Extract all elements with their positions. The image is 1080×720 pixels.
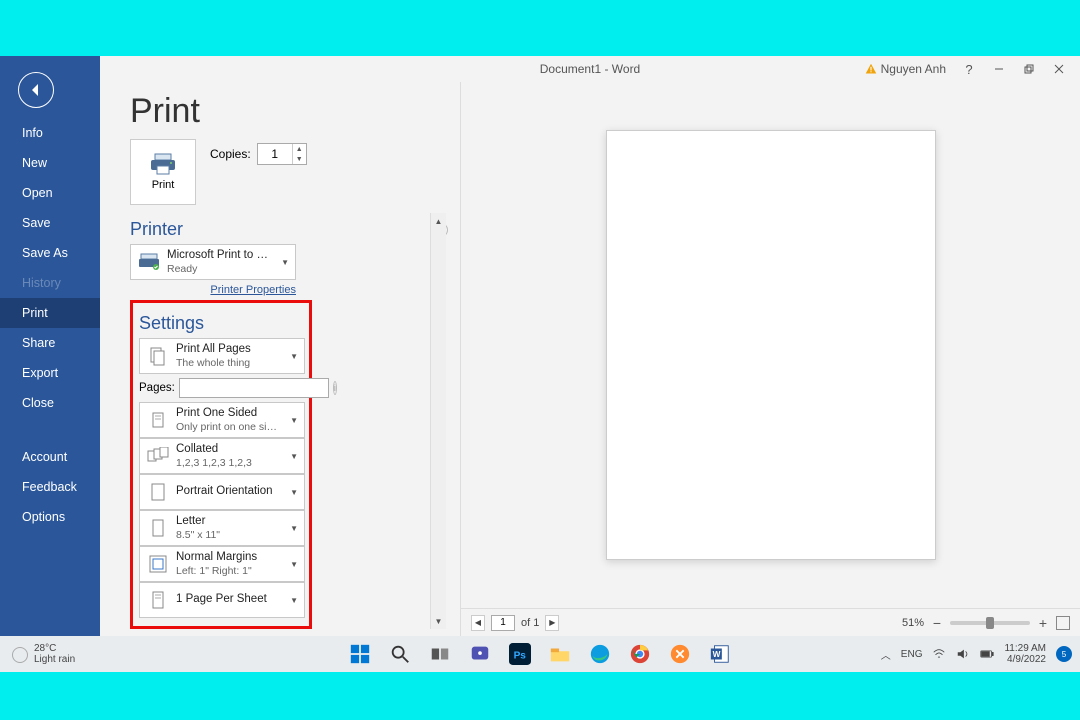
zoom-in-button[interactable]: +	[1036, 615, 1050, 631]
margins-selector[interactable]: Normal MarginsLeft: 1" Right: 1" ▼	[139, 546, 305, 582]
sidebar-item-new[interactable]: New	[0, 148, 100, 178]
taskbar: 28°C Light rain Ps W ︿ ENG 11:29 AM 4/9/…	[0, 636, 1080, 672]
chevron-down-icon: ▼	[279, 258, 291, 267]
sidebar-item-info[interactable]: Info	[0, 118, 100, 148]
printer-heading: Printer	[130, 219, 430, 240]
print-scope-selector[interactable]: Print All PagesThe whole thing ▼	[139, 338, 305, 374]
orientation-selector[interactable]: Portrait Orientation ▼	[139, 474, 305, 510]
pages-icon	[146, 344, 170, 368]
help-button[interactable]: ?	[954, 56, 984, 82]
sidebar-item-close[interactable]: Close	[0, 388, 100, 418]
title-bar: Document1 - Word Nguyen Anh ?	[100, 56, 1080, 82]
back-arrow-icon	[28, 82, 44, 98]
prev-page-button[interactable]: ◀	[471, 615, 485, 631]
language-indicator[interactable]: ENG	[901, 649, 923, 660]
collate-selector[interactable]: Collated1,2,3 1,2,3 1,2,3 ▼	[139, 438, 305, 474]
svg-text:W: W	[713, 650, 721, 659]
fit-to-window-button[interactable]	[1056, 616, 1070, 630]
back-button[interactable]	[18, 72, 54, 108]
zoom-slider[interactable]	[950, 621, 1030, 625]
sides-selector[interactable]: Print One SidedOnly print on one side of…	[139, 402, 305, 438]
photoshop-icon[interactable]: Ps	[508, 642, 532, 666]
explorer-icon[interactable]	[548, 642, 572, 666]
restore-button[interactable]	[1014, 56, 1044, 82]
taskview-button[interactable]	[428, 642, 452, 666]
printer-device-icon	[137, 250, 161, 274]
snip-icon[interactable]	[668, 642, 692, 666]
zoom-out-button[interactable]: −	[930, 615, 944, 631]
copies-down[interactable]: ▼	[293, 154, 306, 164]
page-preview	[606, 130, 936, 560]
search-button[interactable]	[388, 642, 412, 666]
printer-icon	[149, 153, 177, 175]
next-page-button[interactable]: ▶	[545, 615, 559, 631]
pages-input[interactable]	[179, 378, 329, 398]
warning-icon	[865, 63, 877, 75]
backstage-sidebar: Info New Open Save Save As History Print…	[0, 56, 100, 636]
print-button[interactable]: Print	[130, 139, 196, 205]
copies-input[interactable]	[258, 144, 292, 164]
sidebar-item-history: History	[0, 268, 100, 298]
paper-size-selector[interactable]: Letter8.5" x 11" ▼	[139, 510, 305, 546]
sidebar-item-share[interactable]: Share	[0, 328, 100, 358]
sidebar-item-feedback[interactable]: Feedback	[0, 472, 100, 502]
account-name[interactable]: Nguyen Anh	[865, 62, 946, 76]
zoom-label: 51%	[902, 617, 924, 629]
page-total: of 1	[521, 617, 539, 629]
sheet-icon	[146, 588, 170, 612]
edge-icon[interactable]	[588, 642, 612, 666]
copies-spinner[interactable]: ▲▼	[257, 143, 307, 165]
start-button[interactable]	[348, 642, 372, 666]
settings-heading: Settings	[139, 313, 303, 334]
sidebar-item-account[interactable]: Account	[0, 442, 100, 472]
collate-icon	[146, 444, 170, 468]
tray-expand-icon[interactable]: ︿	[881, 647, 891, 662]
sidebar-item-saveas[interactable]: Save As	[0, 238, 100, 268]
paper-icon	[146, 516, 170, 540]
settings-scrollbar[interactable]: ▲ ▼	[430, 213, 446, 629]
page-number-input[interactable]	[491, 615, 515, 631]
pages-info-icon[interactable]: i	[333, 381, 337, 395]
page-title: Print	[130, 92, 446, 131]
chat-icon[interactable]	[468, 642, 492, 666]
wifi-icon[interactable]	[932, 647, 946, 661]
one-sided-icon	[146, 408, 170, 432]
clock[interactable]: 11:29 AM 4/9/2022	[1004, 643, 1046, 665]
print-preview: ◀ of 1 ▶ 51% − +	[460, 82, 1080, 636]
margins-icon	[146, 552, 170, 576]
svg-text:Ps: Ps	[514, 651, 527, 662]
battery-icon[interactable]	[980, 647, 994, 661]
print-settings-panel: Print Print Copies: ▲▼	[100, 82, 460, 636]
weather-widget[interactable]: 28°C Light rain	[8, 643, 75, 665]
scroll-down[interactable]: ▼	[431, 613, 446, 629]
word-icon[interactable]: W	[708, 642, 732, 666]
minimize-button[interactable]	[984, 56, 1014, 82]
window-title: Document1 - Word	[540, 62, 640, 76]
sidebar-item-open[interactable]: Open	[0, 178, 100, 208]
printer-selector[interactable]: Microsoft Print to PDFReady ▼	[130, 244, 296, 280]
settings-highlight: Settings Print All PagesThe whole thing …	[130, 300, 312, 629]
sidebar-item-save[interactable]: Save	[0, 208, 100, 238]
sidebar-item-print[interactable]: Print	[0, 298, 100, 328]
pages-per-sheet-selector[interactable]: 1 Page Per Sheet ▼	[139, 582, 305, 618]
portrait-icon	[146, 480, 170, 504]
scroll-up[interactable]: ▲	[431, 213, 446, 229]
pages-label: Pages:	[139, 382, 175, 394]
copies-up[interactable]: ▲	[293, 144, 306, 154]
notification-badge[interactable]: 5	[1056, 646, 1072, 662]
volume-icon[interactable]	[956, 647, 970, 661]
chrome-icon[interactable]	[628, 642, 652, 666]
close-window-button[interactable]	[1044, 56, 1074, 82]
printer-properties-link[interactable]: Printer Properties	[130, 284, 296, 296]
copies-label: Copies:	[210, 147, 251, 161]
sidebar-item-export[interactable]: Export	[0, 358, 100, 388]
sidebar-item-options[interactable]: Options	[0, 502, 100, 532]
